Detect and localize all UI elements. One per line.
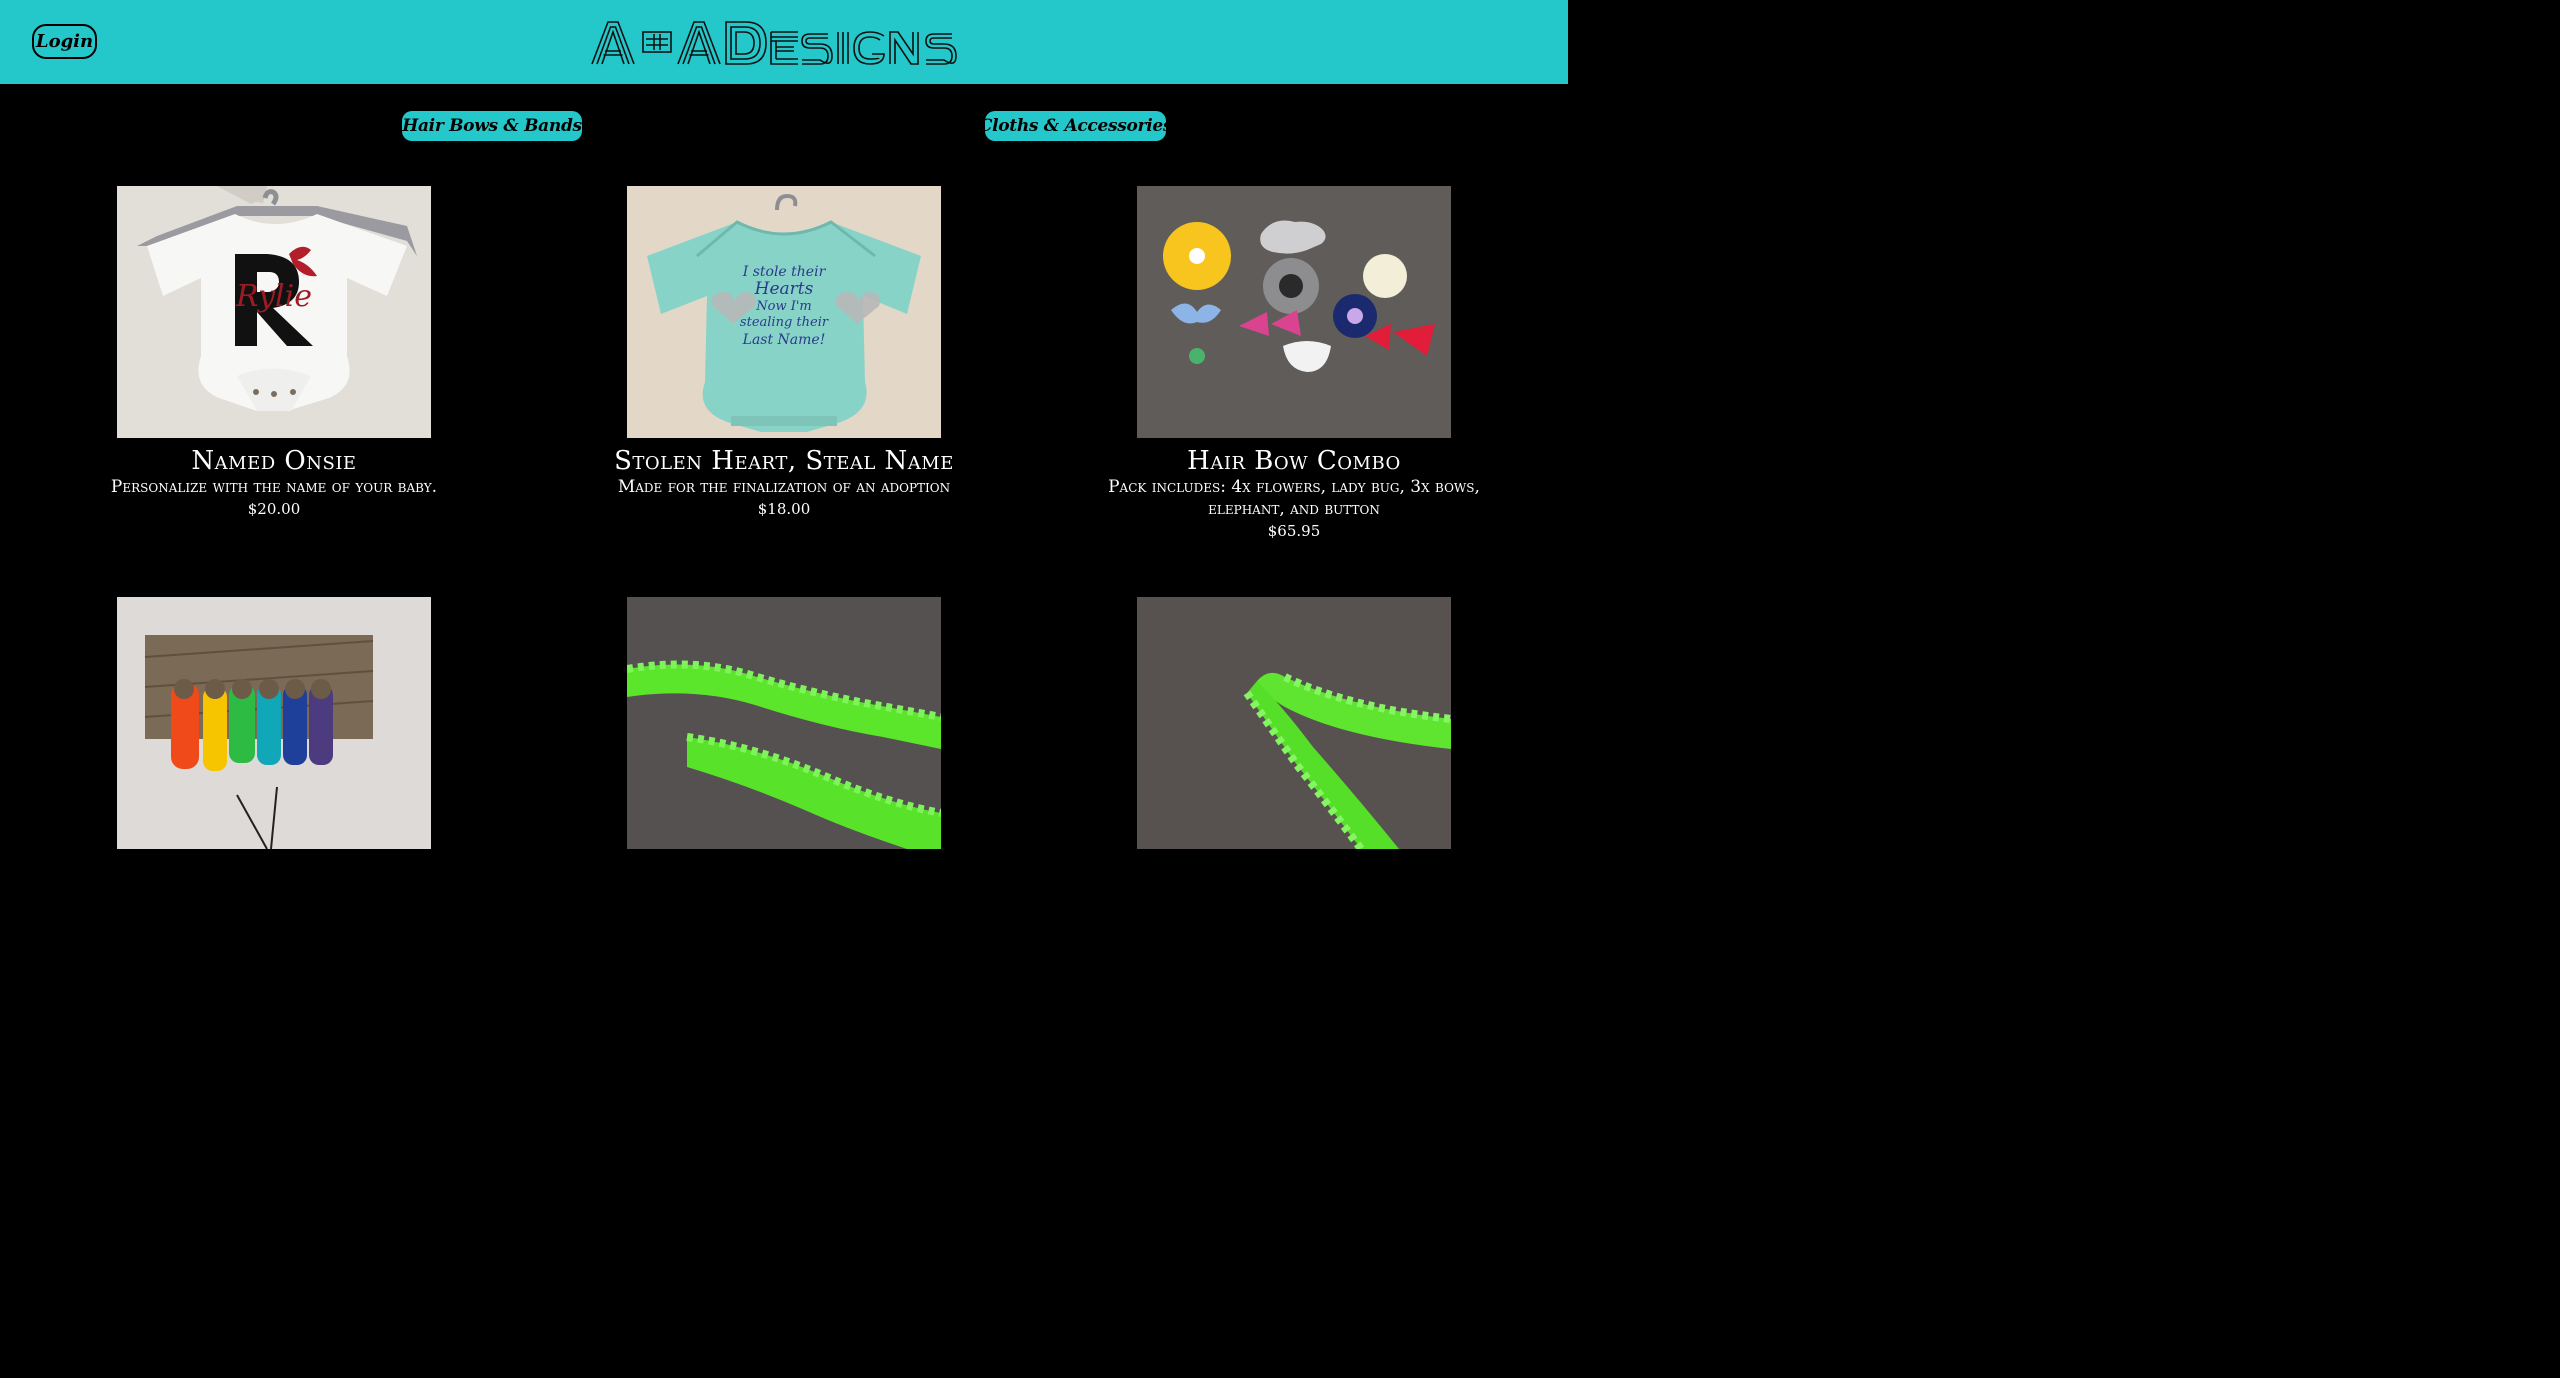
product-name[interactable]: Named Onsie <box>64 446 484 476</box>
svg-text:stealing their: stealing their <box>740 315 829 330</box>
product-card[interactable] <box>1084 597 1504 849</box>
svg-text:I stole their: I stole their <box>742 264 827 280</box>
cloths-accessories-nav-button[interactable]: Cloths & Accessories <box>979 111 1172 141</box>
green-headband-closeup-photo[interactable] <box>1137 597 1451 849</box>
teal-onesie-photo[interactable]: I stole their Hearts Now I'm stealing th… <box>627 186 941 438</box>
svg-text:Hearts: Hearts <box>754 279 814 299</box>
login-button[interactable]: Login <box>32 24 97 59</box>
product-description: Personalize with the name of your baby. <box>110 477 438 497</box>
product-card[interactable] <box>574 597 994 849</box>
product-card[interactable] <box>64 597 484 849</box>
svg-text:Last Name!: Last Name! <box>742 332 826 348</box>
hair-bows-photo[interactable] <box>1137 186 1451 438</box>
product-description: Pack includes: 4x flowers, lady bug, 3x … <box>1108 477 1480 519</box>
product-price: $65.95 <box>1267 522 1321 540</box>
headbands-rack-photo[interactable] <box>117 597 431 849</box>
product-name[interactable]: Stolen Heart, Steal Name <box>574 446 994 476</box>
hair-bows-bands-nav-button[interactable]: Hair Bows & Bands <box>402 111 582 141</box>
svg-text:Rylie: Rylie <box>235 279 312 314</box>
product-price: $18.00 <box>757 500 811 518</box>
product-card[interactable]: Rylie Named Onsie Personalize with the n… <box>64 186 484 520</box>
product-card[interactable]: I stole their Hearts Now I'm stealing th… <box>574 186 994 520</box>
product-description: Made for the finalization of an adoption <box>617 477 951 497</box>
product-price: $20.00 <box>247 500 301 518</box>
svg-text:Now I'm: Now I'm <box>755 299 812 314</box>
site-header: Login <box>0 0 1568 84</box>
white-onesie-photo[interactable]: Rylie <box>117 186 431 438</box>
product-card[interactable]: Hair Bow Combo Pack includes: 4x flowers… <box>1084 186 1504 542</box>
green-headband-photo[interactable] <box>627 597 941 849</box>
product-name[interactable]: Hair Bow Combo <box>1084 446 1504 476</box>
brand-logo[interactable] <box>588 14 980 72</box>
